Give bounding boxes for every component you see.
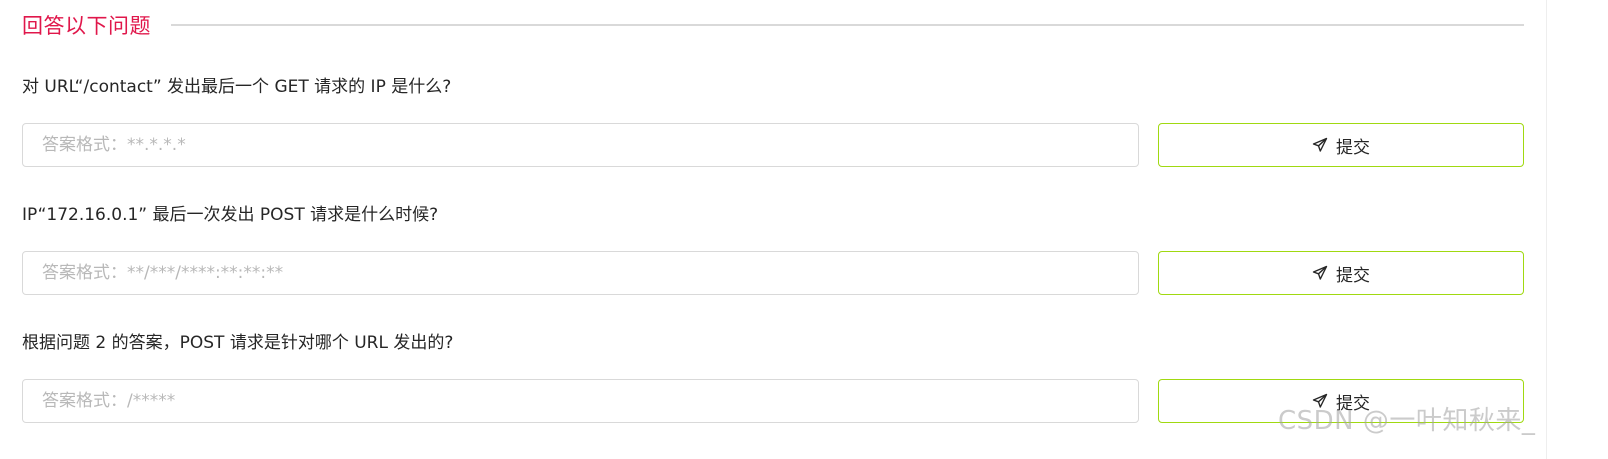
question-2-text: IP“172.16.0.1” 最后一次发出 POST 请求是什么时候? (22, 205, 439, 225)
submit-button-1[interactable]: 提交 (1158, 123, 1524, 167)
answer-input-2[interactable] (22, 251, 1139, 295)
watermark: CSDN @一叶知秋来_ (1278, 406, 1536, 436)
submit-button-2[interactable]: 提交 (1158, 251, 1524, 295)
answer-input-3[interactable] (22, 379, 1139, 423)
send-icon (1312, 265, 1328, 281)
answer-input-1[interactable] (22, 123, 1139, 167)
section-title: 回答以下问题 (22, 14, 151, 38)
section-divider (171, 24, 1524, 26)
submit-label-1: 提交 (1336, 137, 1370, 158)
section-header: 回答以下问题 (22, 8, 1524, 42)
send-icon (1312, 137, 1328, 153)
submit-label-2: 提交 (1336, 265, 1370, 286)
question-1-text: 对 URL“/contact” 发出最后一个 GET 请求的 IP 是什么? (22, 77, 452, 97)
scroll-edge (1546, 0, 1547, 459)
question-3-text: 根据问题 2 的答案，POST 请求是针对哪个 URL 发出的? (22, 333, 454, 353)
question-panel: 回答以下问题 对 URL“/contact” 发出最后一个 GET 请求的 IP… (0, 0, 1608, 459)
